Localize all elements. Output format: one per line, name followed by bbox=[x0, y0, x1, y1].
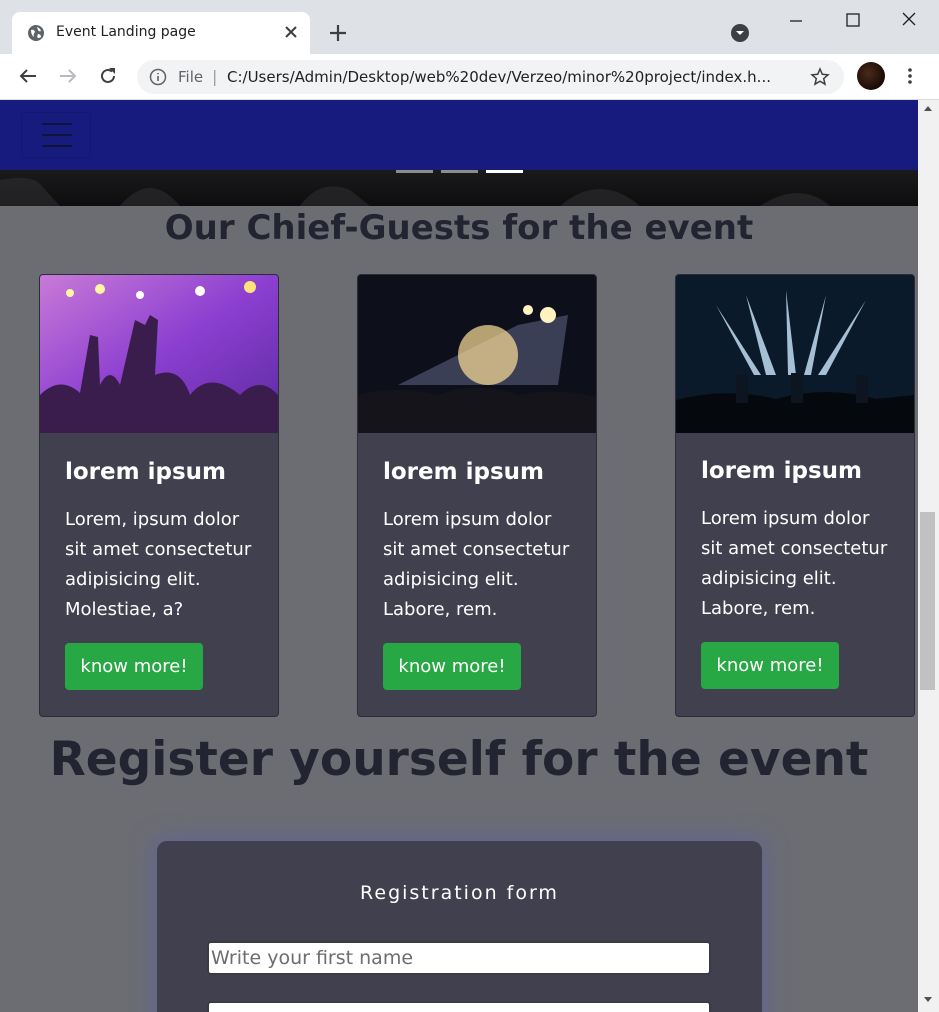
scroll-down-arrow-icon[interactable] bbox=[924, 997, 932, 1002]
navbar-toggle-button[interactable] bbox=[21, 112, 91, 158]
card-text: Lorem ipsum dolor sit amet consectetur a… bbox=[701, 508, 888, 619]
site-navbar bbox=[0, 100, 918, 170]
address-bar[interactable]: File | C:/Users/Admin/Desktop/web%20dev/… bbox=[137, 60, 844, 94]
more-menu-icon[interactable] bbox=[900, 66, 920, 86]
url-scheme-label: File bbox=[178, 68, 204, 86]
registration-form: Registration form bbox=[157, 841, 762, 1012]
browser-toolbar: File | C:/Users/Admin/Desktop/web%20dev/… bbox=[0, 54, 939, 100]
carousel-indicator-active[interactable] bbox=[486, 170, 523, 173]
tab-strip: Event Landing page bbox=[0, 0, 939, 54]
globe-icon bbox=[28, 25, 44, 41]
first-name-input[interactable] bbox=[207, 941, 711, 975]
hero-carousel-bottom bbox=[0, 170, 918, 206]
profile-avatar[interactable] bbox=[857, 62, 885, 90]
know-more-button[interactable]: know more! bbox=[701, 642, 839, 689]
form-title: Registration form bbox=[360, 882, 559, 904]
vertical-scrollbar[interactable] bbox=[918, 100, 939, 1012]
tab-search-icon[interactable] bbox=[730, 23, 750, 43]
second-name-input[interactable] bbox=[207, 1001, 711, 1012]
scrollbar-thumb[interactable] bbox=[920, 512, 935, 690]
know-more-button[interactable]: know more! bbox=[383, 643, 521, 690]
card-text: Lorem ipsum dolor sit amet consectetur a… bbox=[383, 509, 570, 620]
reload-icon[interactable] bbox=[97, 65, 119, 87]
bookmark-star-icon[interactable] bbox=[810, 67, 830, 87]
guest-card: lorem ipsum Lorem, ipsum dolor sit amet … bbox=[39, 274, 279, 717]
url-text[interactable]: C:/Users/Admin/Desktop/web%20dev/Verzeo/… bbox=[227, 68, 797, 86]
url-separator: | bbox=[212, 67, 218, 86]
register-heading: Register yourself for the event bbox=[49, 732, 869, 787]
scroll-up-arrow-icon[interactable] bbox=[924, 106, 932, 111]
card-text: Lorem, ipsum dolor sit amet consectetur … bbox=[65, 509, 252, 620]
back-arrow-icon[interactable] bbox=[17, 65, 39, 87]
carousel-indicator[interactable] bbox=[396, 170, 433, 173]
forward-arrow-icon[interactable] bbox=[57, 65, 79, 87]
browser-tab[interactable]: Event Landing page bbox=[12, 12, 310, 54]
card-title: lorem ipsum bbox=[383, 459, 544, 485]
chief-guests-heading: Our Chief-Guests for the event bbox=[164, 208, 754, 248]
new-tab-icon[interactable] bbox=[327, 22, 349, 44]
page-viewport: Our Chief-Guests for the event lorem ips… bbox=[0, 100, 918, 1012]
carousel-indicator[interactable] bbox=[441, 170, 478, 173]
card-title: lorem ipsum bbox=[65, 459, 226, 485]
maximize-icon[interactable] bbox=[844, 11, 862, 29]
concert-band-image bbox=[676, 275, 914, 433]
concert-hands-image bbox=[40, 275, 278, 433]
crowd-silhouette-image bbox=[0, 177, 830, 206]
close-tab-icon[interactable] bbox=[282, 23, 300, 41]
guest-card: lorem ipsum Lorem ipsum dolor sit amet c… bbox=[675, 274, 915, 717]
close-window-icon[interactable] bbox=[900, 10, 918, 28]
know-more-button[interactable]: know more! bbox=[65, 643, 203, 690]
minimize-icon[interactable] bbox=[787, 12, 805, 30]
info-icon[interactable] bbox=[149, 68, 167, 86]
card-title: lorem ipsum bbox=[701, 458, 862, 484]
concert-stage-image bbox=[358, 275, 596, 433]
guest-card: lorem ipsum Lorem ipsum dolor sit amet c… bbox=[357, 274, 597, 717]
tab-title: Event Landing page bbox=[56, 24, 196, 40]
